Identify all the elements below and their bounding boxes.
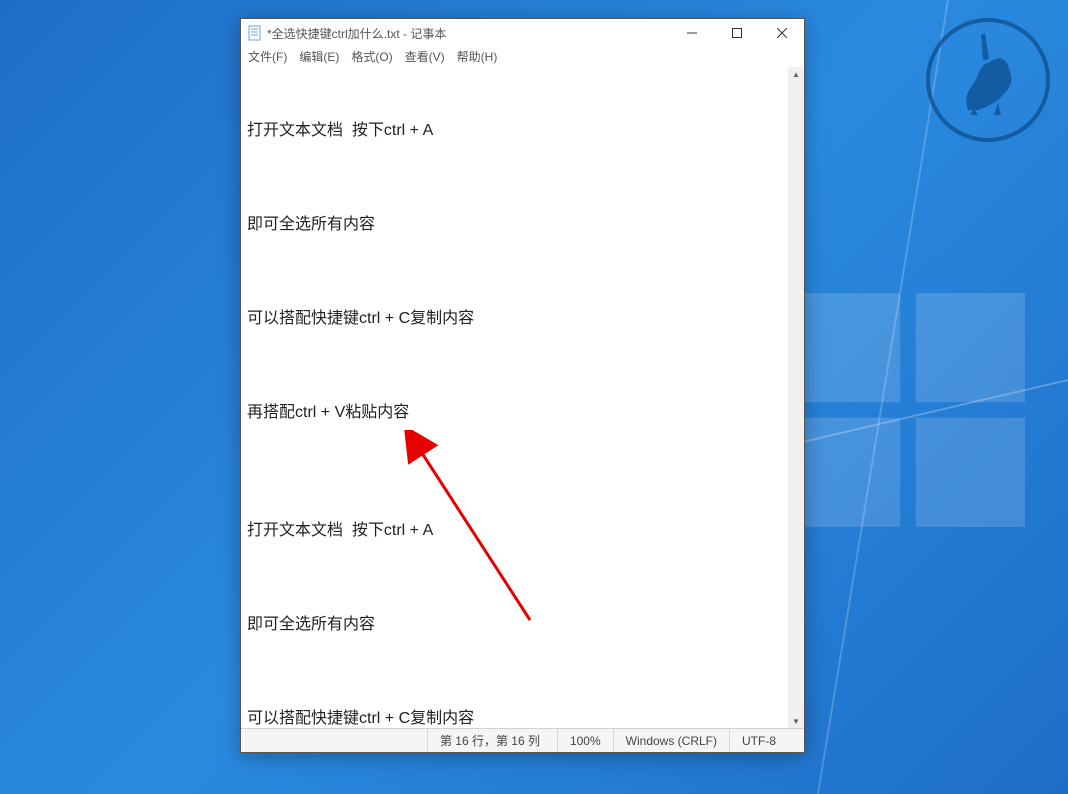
statusbar: 第 16 行，第 16 列 100% Windows (CRLF) UTF-8	[241, 728, 804, 752]
notepad-icon	[247, 25, 263, 41]
status-encoding: UTF-8	[729, 729, 804, 752]
close-button[interactable]	[759, 19, 804, 47]
menubar: 文件(F) 编辑(E) 格式(O) 查看(V) 帮助(H)	[241, 47, 804, 67]
status-zoom: 100%	[557, 729, 613, 752]
minimize-button[interactable]	[669, 19, 714, 47]
notepad-window: *全选快捷键ctrl加什么.txt - 记事本 文件(F) 编辑(E) 格式(O…	[240, 18, 805, 753]
maximize-button[interactable]	[714, 19, 759, 47]
menu-file[interactable]: 文件(F)	[243, 47, 292, 67]
text-line: 打开文本文档 按下ctrl + A	[247, 519, 798, 543]
vertical-scrollbar[interactable]: ▲ ▼	[788, 67, 804, 728]
window-title: *全选快捷键ctrl加什么.txt - 记事本	[267, 25, 669, 42]
text-line: 再搭配ctrl + V粘贴内容	[247, 401, 798, 425]
text-editor-area[interactable]: 打开文本文档 按下ctrl + A 即可全选所有内容 可以搭配快捷键ctrl +…	[241, 67, 804, 728]
text-line: 可以搭配快捷键ctrl + C复制内容	[247, 307, 798, 331]
scroll-up-arrow-icon[interactable]: ▲	[788, 67, 804, 81]
menu-format[interactable]: 格式(O)	[346, 47, 397, 67]
knight-watermark-icon	[923, 15, 1053, 145]
menu-help[interactable]: 帮助(H)	[452, 47, 503, 67]
scroll-down-arrow-icon[interactable]: ▼	[788, 714, 804, 728]
titlebar[interactable]: *全选快捷键ctrl加什么.txt - 记事本	[241, 19, 804, 47]
menu-edit[interactable]: 编辑(E)	[294, 47, 344, 67]
text-line: 即可全选所有内容	[247, 613, 798, 637]
text-line: 打开文本文档 按下ctrl + A	[247, 119, 798, 143]
menu-view[interactable]: 查看(V)	[400, 47, 450, 67]
text-line: 即可全选所有内容	[247, 213, 798, 237]
text-line: 可以搭配快捷键ctrl + C复制内容	[247, 707, 798, 728]
status-lineending: Windows (CRLF)	[613, 729, 729, 752]
status-position: 第 16 行，第 16 列	[427, 729, 557, 752]
windows-logo-bg	[778, 280, 1038, 540]
